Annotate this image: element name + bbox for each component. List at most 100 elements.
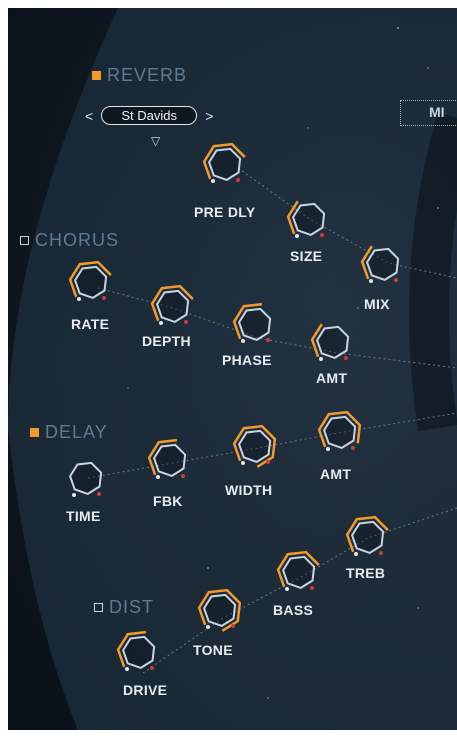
delay-header[interactable]: DELAY [30, 422, 108, 443]
knob-graphic [147, 438, 187, 479]
knob-pre-dly[interactable] [200, 138, 250, 193]
knob-time[interactable] [61, 452, 111, 507]
knob-width-label: WIDTH [225, 482, 273, 498]
knob-min-dot [72, 493, 76, 497]
preset-next-arrow[interactable]: > [205, 108, 213, 124]
knob-size[interactable] [284, 193, 334, 248]
preset-prev-arrow[interactable]: < [85, 108, 93, 124]
knob-max-dot [351, 446, 355, 450]
knob-fbk-label: FBK [153, 493, 183, 509]
knob-min-dot [241, 461, 245, 465]
dist-toggle[interactable] [94, 603, 103, 612]
knob-ring [68, 461, 103, 496]
knob-graphic [150, 284, 194, 325]
knob-rate-label: RATE [71, 316, 110, 332]
knob-ring [365, 247, 400, 282]
knob-mix[interactable] [358, 238, 408, 293]
delay-title: DELAY [45, 422, 108, 442]
knob-depth-label: DEPTH [142, 333, 191, 349]
knob-depth[interactable] [148, 280, 198, 335]
reverb-header[interactable]: REVERB [92, 65, 187, 86]
knob-bass[interactable] [274, 546, 324, 601]
knob-delay-amt-label: AMT [320, 466, 352, 482]
knob-size-label: SIZE [290, 248, 323, 264]
knob-chorus-amt-label: AMT [316, 370, 348, 386]
knob-chorus-amt[interactable] [308, 316, 358, 371]
knob-min-dot [211, 179, 215, 183]
dist-header[interactable]: DIST [94, 597, 154, 618]
preset-name[interactable]: St Davids [101, 106, 198, 125]
knob-graphic [317, 410, 362, 451]
knob-mix-label: MIX [364, 296, 390, 312]
chorus-title: CHORUS [35, 230, 120, 250]
knob-ring [237, 307, 272, 342]
knob-max-dot [379, 551, 383, 555]
knob-max-dot [231, 624, 235, 628]
knob-time-label: TIME [66, 508, 101, 524]
knob-ring [155, 289, 190, 324]
knob-max-dot [320, 233, 324, 237]
knob-min-dot [77, 297, 81, 301]
knob-bass-label: BASS [273, 602, 314, 618]
knob-phase[interactable] [230, 298, 280, 353]
knob-max-dot [97, 492, 101, 496]
knob-graphic [276, 550, 320, 591]
knob-ring [315, 325, 350, 360]
knob-ring [152, 443, 187, 478]
knob-min-dot [285, 587, 289, 591]
knob-tone[interactable] [195, 584, 245, 639]
knob-graphic [345, 515, 389, 556]
chorus-toggle[interactable] [20, 236, 29, 245]
knob-drive-label: DRIVE [123, 682, 168, 698]
knob-ring [322, 415, 357, 450]
knob-ring [291, 202, 326, 237]
knob-graphic [360, 245, 400, 283]
knob-graphic [68, 260, 112, 301]
knob-min-dot [295, 234, 299, 238]
knob-phase-label: PHASE [222, 352, 272, 368]
chorus-header[interactable]: CHORUS [20, 230, 119, 251]
knob-max-dot [344, 356, 348, 360]
knob-ring [350, 520, 385, 555]
knob-min-dot [159, 321, 163, 325]
knob-ring [207, 147, 242, 182]
knob-min-dot [319, 357, 323, 361]
knob-width[interactable] [230, 420, 280, 475]
effects-panel: REVERB < St Davids > ▽ MI CHORUS DELAY D… [8, 8, 457, 730]
knob-ring [202, 593, 237, 628]
knob-min-dot [354, 552, 358, 556]
knob-graphic [310, 323, 350, 361]
delay-toggle[interactable] [30, 428, 39, 437]
knob-drive[interactable] [114, 626, 164, 681]
knob-ring [121, 635, 156, 670]
knob-treb[interactable] [343, 511, 393, 566]
reverb-preset-selector: < St Davids > [85, 106, 213, 125]
knob-rate[interactable] [66, 256, 116, 311]
knob-min-dot [369, 279, 373, 283]
knob-min-dot [125, 667, 129, 671]
knob-graphic [197, 588, 242, 632]
knob-tone-label: TONE [193, 642, 233, 658]
knob-graphic [202, 142, 246, 183]
knob-max-dot [394, 278, 398, 282]
knob-max-dot [181, 474, 185, 478]
knob-ring [73, 265, 108, 300]
reverb-title: REVERB [107, 65, 188, 85]
knob-delay-amt[interactable] [315, 406, 365, 461]
knob-graphic [68, 461, 103, 497]
knob-graphic [232, 424, 277, 468]
mix-chip[interactable]: MI [400, 100, 457, 126]
knob-pre-dly-label: PRE DLY [194, 204, 256, 220]
reverb-toggle[interactable] [92, 71, 101, 80]
knob-graphic [286, 200, 326, 238]
dist-title: DIST [109, 597, 155, 617]
knob-graphic [232, 302, 272, 343]
knob-max-dot [236, 178, 240, 182]
knob-graphic [116, 630, 156, 671]
knob-fbk[interactable] [145, 434, 195, 489]
knob-max-dot [184, 320, 188, 324]
knob-max-dot [102, 296, 106, 300]
knob-max-dot [266, 460, 270, 464]
preset-dropdown-icon[interactable]: ▽ [151, 134, 160, 148]
knob-min-dot [156, 475, 160, 479]
